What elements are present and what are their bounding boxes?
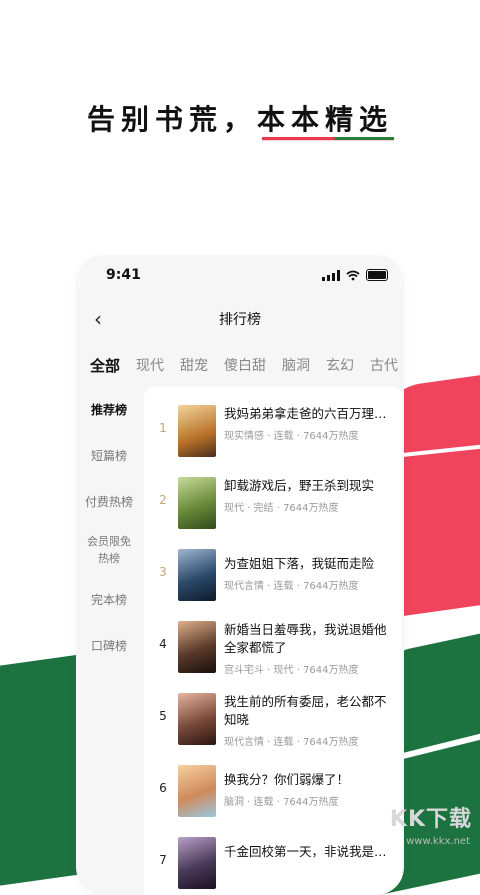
list-item[interactable]: 5 我生前的所有委屈，老公都不知晓 现代言情 · 连载 · 7644万热度 [144, 689, 402, 749]
book-title: 我生前的所有委屈，老公都不知晓 [224, 694, 387, 727]
rank-number: 2 [159, 493, 167, 507]
book-meta: 脑洞 · 连载 · 7644万热度 [224, 797, 339, 808]
wifi-icon [346, 270, 360, 280]
book-title: 新婚当日羞辱我，我说退婚他全家都慌了 [224, 622, 387, 655]
book-meta: 现代 · 完结 · 7644万热度 [224, 503, 339, 514]
book-title: 卸载游戏后，野王杀到现实 [224, 478, 375, 493]
sidebar-item-member-free-label: 会员限免热榜 [87, 535, 131, 565]
sidebar-item-short[interactable]: 短篇榜 [76, 447, 142, 464]
book-cover [178, 837, 216, 889]
book-cover [178, 477, 216, 529]
rank-number: 6 [159, 781, 167, 795]
rank-number: 5 [159, 709, 167, 723]
tab-sweet[interactable]: 甜宠 [180, 355, 208, 376]
phone-mockup: 9:41 ‹ 排行榜 全部 现代 甜宠 傻白甜 脑洞 玄幻 古代 推荐榜 短篇榜… [76, 255, 404, 895]
ranking-list: 1 我妈弟弟拿走爸的六百万理赔… 现实情感 · 连载 · 7644万热度 2 卸… [144, 387, 402, 895]
page-title: 排行榜 [219, 312, 261, 328]
tab-ancient[interactable]: 古代 [370, 355, 398, 376]
rank-number: 7 [159, 853, 167, 867]
tab-modern[interactable]: 现代 [136, 355, 164, 376]
status-time: 9:41 [106, 267, 141, 283]
list-item[interactable]: 4 新婚当日羞辱我，我说退婚他全家都慌了 宫斗宅斗 · 现代 · 7644万热度 [144, 617, 402, 677]
tab-silly-sweet[interactable]: 傻白甜 [224, 355, 266, 376]
book-title: 为查姐姐下落，我铤而走险 [224, 556, 375, 571]
book-cover [178, 621, 216, 673]
list-item[interactable]: 7 千金回校第一天，非说我是… [144, 833, 402, 893]
sidebar-item-finished[interactable]: 完本榜 [76, 591, 142, 608]
book-meta: 现代言情 · 连载 · 7644万热度 [224, 737, 359, 748]
signal-icon [322, 269, 340, 281]
book-title: 我妈弟弟拿走爸的六百万理赔… [224, 406, 394, 421]
sidebar-item-paid[interactable]: 付费热榜 [76, 493, 142, 510]
nav-bar: ‹ 排行榜 [76, 307, 404, 331]
category-tabs: 全部 现代 甜宠 傻白甜 脑洞 玄幻 古代 [90, 355, 398, 376]
book-title: 千金回校第一天，非说我是… [224, 844, 387, 859]
tab-brain-hole[interactable]: 脑洞 [282, 355, 310, 376]
rank-number: 3 [159, 565, 167, 579]
book-meta: 现代言情 · 连载 · 7644万热度 [224, 581, 359, 592]
sidebar-item-member-free[interactable]: 会员限免热榜 [76, 533, 142, 567]
tab-fantasy[interactable]: 玄幻 [326, 355, 354, 376]
list-item[interactable]: 6 换我分？你们弱爆了！ 脑洞 · 连载 · 7644万热度 [144, 761, 402, 821]
list-item[interactable]: 3 为查姐姐下落，我铤而走险 现代言情 · 连载 · 7644万热度 [144, 545, 402, 605]
watermark-logo: KK下载 [389, 807, 472, 832]
headline-underline-pink [262, 140, 394, 141]
headline: 告别书荒，本本精选 [86, 103, 393, 136]
book-cover [178, 765, 216, 817]
book-title: 换我分？你们弱爆了！ [224, 772, 350, 787]
sidebar-item-reputation[interactable]: 口碑榜 [76, 637, 142, 654]
book-meta: 宫斗宅斗 · 现代 · 7644万热度 [224, 665, 359, 676]
list-item[interactable]: 1 我妈弟弟拿走爸的六百万理赔… 现实情感 · 连载 · 7644万热度 [144, 401, 402, 461]
battery-icon [366, 269, 388, 281]
book-cover [178, 549, 216, 601]
rank-number: 1 [159, 421, 167, 435]
list-item[interactable]: 2 卸载游戏后，野王杀到现实 现代 · 完结 · 7644万热度 [144, 473, 402, 533]
tab-all[interactable]: 全部 [90, 355, 120, 376]
book-meta: 现实情感 · 连载 · 7644万热度 [224, 431, 359, 442]
book-cover [178, 405, 216, 457]
rank-number: 4 [159, 637, 167, 651]
book-cover [178, 693, 216, 745]
status-icons [322, 269, 388, 281]
sidebar-item-recommend[interactable]: 推荐榜 [76, 401, 142, 418]
watermark-url: www.kkx.net [406, 836, 470, 847]
